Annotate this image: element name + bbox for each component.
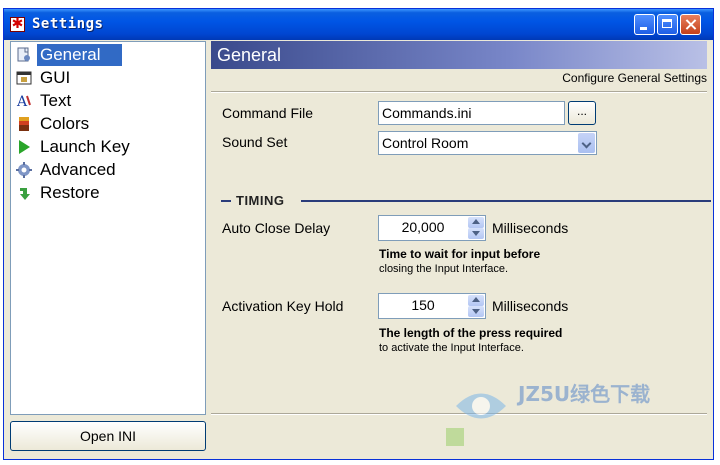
watermark: JZ5U绿色下载 [446,376,708,446]
sidebar-item-text[interactable]: A Text [15,90,189,112]
colors-icon [19,117,29,131]
browse-button[interactable]: ... [568,101,596,125]
panel-title: General [217,45,282,65]
maximize-button[interactable] [657,14,678,35]
sidebar-item-general[interactable]: General [15,44,189,66]
activation-key-hold-label: Activation Key Hold [222,298,344,314]
chevron-down-icon[interactable] [578,133,595,153]
minimize-button[interactable] [634,14,655,35]
hint-bold: Time to wait for input before [379,247,541,261]
sidebar-item-advanced[interactable]: Advanced [15,159,189,181]
unit-label: Milliseconds [492,298,569,314]
sidebar-item-restore[interactable]: Restore [15,182,189,204]
sidebar-item-gui[interactable]: GUI [15,67,189,89]
stepper-up-icon[interactable] [468,295,484,306]
hint-text: closing the Input Interface. [379,263,509,275]
watermark-logo [446,393,506,446]
restore-icon [20,188,30,200]
auto-close-delay-stepper[interactable]: 20,000 [378,215,486,241]
hint-text: to activate the Input Interface. [379,342,524,354]
sidebar-item-launch-key[interactable]: Launch Key [15,136,189,158]
gear-icon [16,162,32,178]
unit-label: Milliseconds [492,220,569,236]
stepper-value: 150 [411,297,435,313]
sidebar-item-label: GUI [40,68,71,87]
panel-header: General [211,41,707,69]
sound-set-value: Control Room [382,135,469,151]
sidebar-item-label: Advanced [40,160,116,179]
activation-key-hold-stepper[interactable]: 150 [378,293,486,319]
stepper-down-icon[interactable] [468,228,484,239]
sound-set-select[interactable]: Control Room [378,131,597,155]
sidebar-item-colors[interactable]: Colors [15,113,189,135]
timing-section-header: TIMING [221,193,711,209]
sidebar-item-label: Colors [40,114,90,133]
command-file-label: Command File [222,105,314,121]
sidebar-item-label: Launch Key [40,137,130,156]
general-icon [17,47,30,62]
text-icon: A [16,94,31,109]
close-button[interactable] [680,14,701,35]
auto-close-delay-label: Auto Close Delay [222,220,331,236]
gui-icon [16,71,32,85]
hint-bold: The length of the press required [379,326,563,340]
watermark-text: JZ5U绿色下载 [518,382,651,406]
sidebar-item-label: Text [40,91,72,110]
app-icon: ✱ [10,16,25,32]
play-icon [19,140,30,154]
general-panel: General Configure General Settings Comma… [211,41,711,415]
sidebar-item-label: Restore [40,183,100,202]
stepper-value: 20,000 [401,219,445,235]
title-bar[interactable]: ✱ Settings [4,9,713,40]
panel-subtitle: Configure General Settings [562,71,707,85]
open-ini-button[interactable]: Open INI [10,421,206,451]
window-title: Settings [32,16,104,32]
sound-set-label: Sound Set [222,134,288,150]
divider [211,91,707,93]
category-list[interactable]: General GUI A Text Colors Launch Key Adv… [10,41,206,415]
stepper-down-icon[interactable] [468,306,484,317]
section-title: TIMING [236,193,285,208]
divider [301,200,711,202]
svg-text:A: A [16,94,28,109]
sidebar-item-label: General [37,44,123,66]
divider [221,200,231,202]
command-file-input[interactable]: Commands.ini [378,101,565,125]
stepper-up-icon[interactable] [468,217,484,228]
